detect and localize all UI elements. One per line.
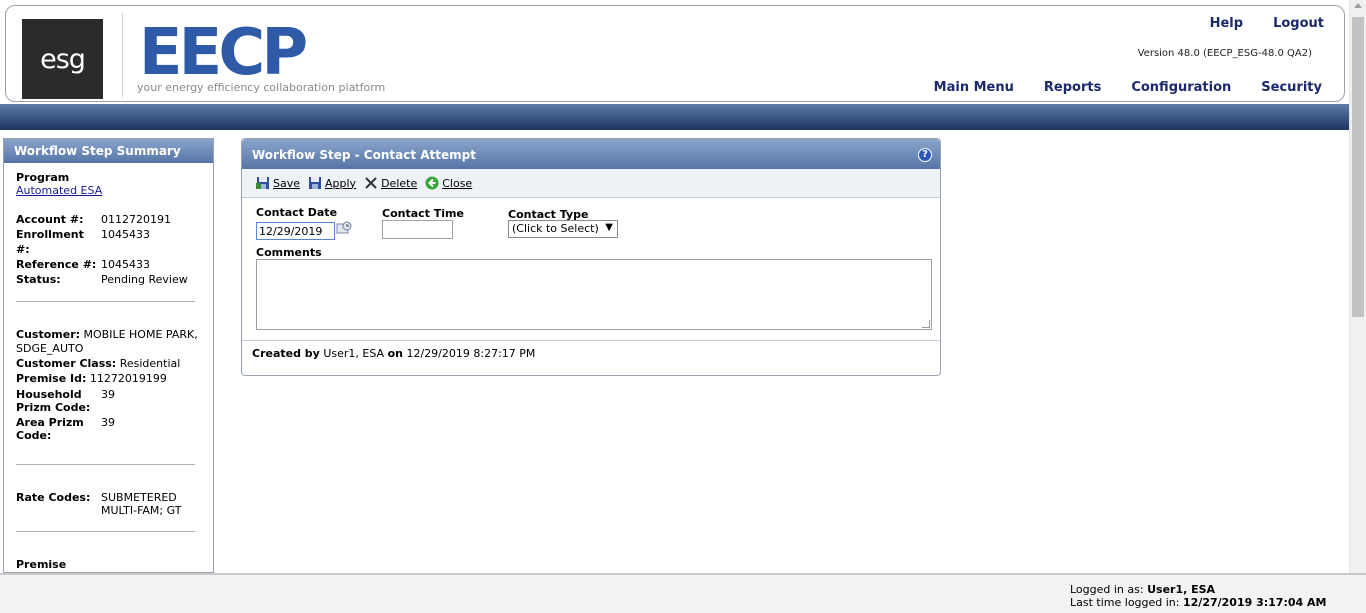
save-icon [256,177,269,189]
eecp-logo: EECP [139,20,310,80]
premise-id-value: 11272019199 [89,372,167,385]
program-link[interactable]: Automated ESA [16,184,102,197]
nav-configuration[interactable]: Configuration [1131,80,1231,95]
logo-divider [122,13,123,97]
summary-divider [16,464,195,465]
eecp-logo-text: EECP [139,20,306,80]
customer-class-value: Residential [119,357,181,370]
summary-title: Workflow Step Summary [4,139,213,163]
contact-attempt-form: Contact Date Contact Time Contact Type (… [242,198,940,340]
panel-title: Workflow Step - Contact Attempt [252,148,476,162]
close-icon [425,176,439,190]
rate-codes-value: SUBMETERED MULTI-FAM; GT [101,491,182,517]
apply-icon [309,177,322,189]
contact-date-label: Contact Date [256,206,338,219]
panel-header: Workflow Step - Contact Attempt ? [242,139,940,169]
version-text: Version 48.0 (EECP_ESG-48.0 QA2) [1137,48,1312,59]
enrollment-label: Enrollment #: [16,228,84,256]
delete-label: Delete [381,176,418,190]
resize-grip-icon[interactable] [922,320,930,328]
save-label: Save [273,176,301,190]
created-by-line: Created by User1, ESA on 12/29/2019 8:27… [242,340,940,366]
save-button[interactable]: Save [256,176,300,190]
contact-type-value: (Click to Select) [512,222,599,235]
contact-time-input[interactable] [382,220,453,239]
panel-toolbar: Save Apply Delete Close [242,169,940,198]
customer-class-label: Customer Class: [16,357,117,370]
help-icon[interactable]: ? [918,148,932,162]
delete-button[interactable]: Delete [364,176,417,190]
calendar-icon[interactable] [336,220,352,236]
comments-textarea[interactable] [256,259,932,330]
contact-time-label: Contact Time [382,207,464,220]
area-prizm-label: Area Prizm Code: [16,416,84,442]
header-band [0,104,1349,130]
main-nav: Main Menu Reports Configuration Security [934,80,1322,95]
esg-logo-text: esg [40,43,86,75]
created-on-value: 12/29/2019 8:27:17 PM [406,347,536,360]
logged-in-value: User1, ESA [1147,583,1216,596]
help-link[interactable]: Help [1210,16,1243,31]
delete-icon [365,177,377,189]
tagline: your energy efficiency collaboration pla… [137,81,386,94]
account-label: Account #: [16,213,84,226]
dropdown-arrow-icon: ▼ [605,222,613,233]
customer-label: Customer: [16,328,81,341]
household-prizm-label: Household Prizm Code: [16,388,91,414]
app-header: esg EECP your energy efficiency collabor… [5,5,1345,102]
enrollment-value: 1045433 [101,228,150,241]
top-links: Help Logout [1210,16,1324,31]
apply-label: Apply [325,176,357,190]
logged-in-row: Logged in as: User1, ESA [1070,583,1326,596]
created-by-label: Created by [252,347,320,360]
customer-row: Customer: MOBILE HOME PARK, SDGE_AUTO [16,328,201,356]
created-on-label: on [387,347,403,360]
footer: Logged in as: User1, ESA Last time logge… [0,573,1366,613]
area-prizm-value: 39 [101,416,115,429]
status-label: Status: [16,273,61,286]
status-value: Pending Review [101,273,188,286]
esg-logo: esg [22,19,103,99]
last-login-value: 12/27/2019 3:17:04 AM [1183,596,1327,609]
scroll-thumb[interactable] [1352,17,1364,317]
customer-class-row: Customer Class: Residential [16,357,201,371]
summary-divider [16,301,195,302]
premise-accounts-label: Premise Acccount(s): [16,558,94,572]
scroll-up-icon[interactable] [1354,3,1362,8]
account-value: 0112720191 [101,213,171,226]
close-button[interactable]: Close [425,176,472,190]
last-login-label: Last time logged in: [1070,596,1180,609]
page-scrollbar[interactable] [1349,0,1366,573]
nav-security[interactable]: Security [1261,80,1322,95]
premise-id-label: Premise Id: [16,372,87,385]
last-login-row: Last time logged in: 12/27/2019 3:17:04 … [1070,596,1326,609]
contact-date-input[interactable] [256,222,335,240]
reference-label: Reference #: [16,258,97,271]
premise-id-row: Premise Id: 11272019199 [16,372,201,386]
comments-label: Comments [256,246,322,259]
workflow-step-panel: Workflow Step - Contact Attempt ? Save A… [241,138,941,376]
logout-link[interactable]: Logout [1273,16,1324,31]
rate-codes-label: Rate Codes: [16,491,91,504]
logged-in-label: Logged in as: [1070,583,1144,596]
nav-reports[interactable]: Reports [1044,80,1101,95]
household-prizm-value: 39 [101,388,115,401]
apply-button[interactable]: Apply [308,176,356,190]
program-label: Program [16,171,70,184]
created-by-value: User1, ESA [323,347,385,360]
workflow-step-summary: Workflow Step Summary Program Automated … [3,138,214,573]
contact-type-select[interactable]: (Click to Select) ▼ [508,220,618,238]
close-label: Close [442,176,473,190]
summary-divider [16,531,195,532]
reference-value: 1045433 [101,258,150,271]
nav-main-menu[interactable]: Main Menu [934,80,1014,95]
